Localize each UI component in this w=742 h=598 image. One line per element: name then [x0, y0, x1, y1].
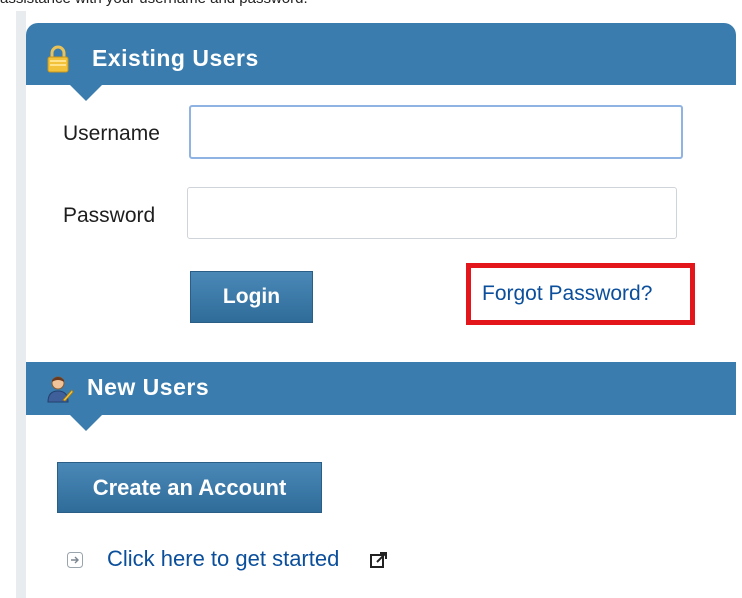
- arrow-right-icon: [67, 552, 83, 568]
- forgot-password-link[interactable]: Forgot Password?: [482, 282, 652, 306]
- header-notch: [69, 414, 103, 431]
- existing-users-header: Existing Users: [26, 23, 736, 101]
- external-link-icon[interactable]: [369, 550, 389, 570]
- username-label: Username: [63, 122, 160, 145]
- username-input[interactable]: [189, 105, 683, 159]
- login-panel: Existing Users Username Password Login F…: [16, 11, 742, 598]
- top-instruction-text: assistance with your username and passwo…: [0, 0, 742, 9]
- new-users-header: New Users: [26, 362, 736, 431]
- header-notch: [69, 84, 103, 101]
- get-started-link[interactable]: Click here to get started: [107, 546, 339, 572]
- new-users-title: New Users: [87, 374, 210, 400]
- password-label: Password: [63, 204, 156, 227]
- create-account-button[interactable]: Create an Account: [57, 462, 322, 513]
- login-panel-inner: Existing Users Username Password Login F…: [26, 11, 742, 598]
- existing-users-title: Existing Users: [92, 45, 259, 71]
- password-input[interactable]: [187, 187, 677, 239]
- lock-icon: [46, 45, 70, 73]
- user-icon: [46, 374, 74, 404]
- login-button[interactable]: Login: [190, 271, 313, 323]
